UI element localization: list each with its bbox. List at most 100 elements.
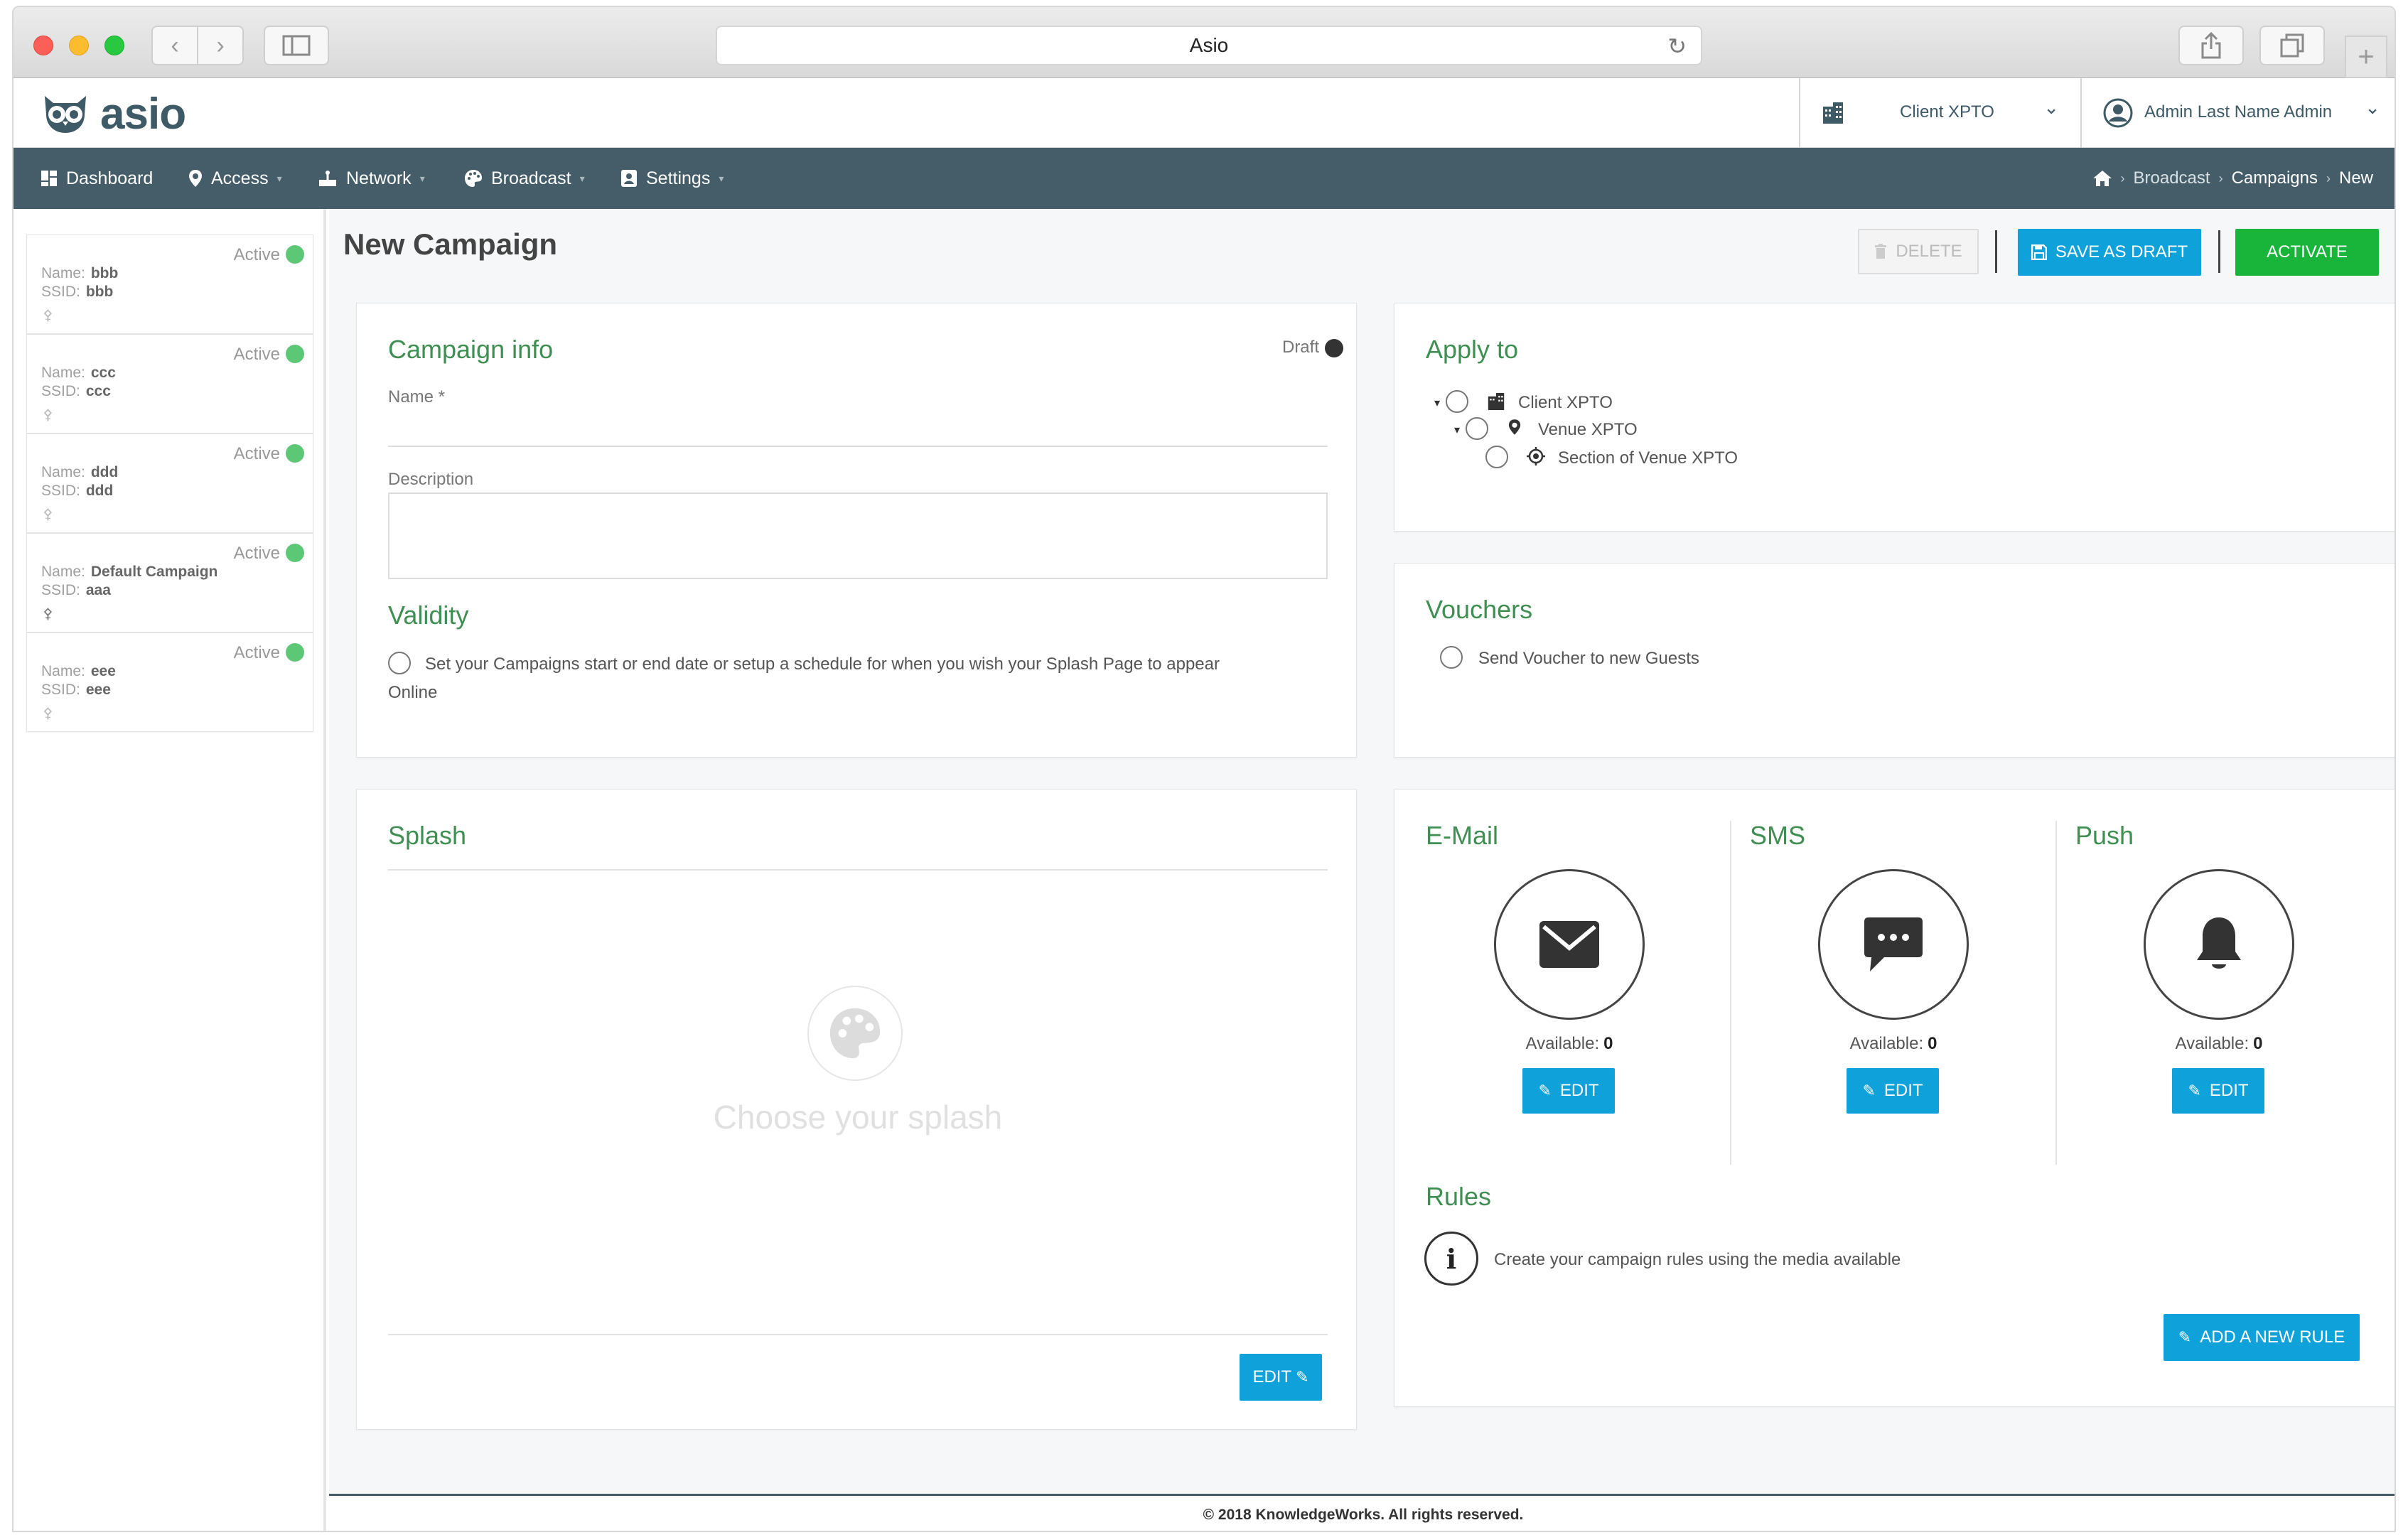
breadcrumb-separator: › bbox=[2120, 171, 2125, 185]
bell-icon bbox=[2197, 917, 2241, 969]
client-select[interactable]: Client XPTO ⌄ bbox=[1799, 78, 2080, 148]
breadcrumb: › Broadcast › Campaigns › New bbox=[2092, 148, 2373, 209]
delete-button[interactable]: DELETE bbox=[1858, 229, 1979, 274]
nav-network[interactable]: Network ▾ bbox=[318, 148, 425, 209]
push-edit-label: EDIT bbox=[2209, 1081, 2249, 1100]
minimize-window-button[interactable] bbox=[69, 36, 89, 55]
activate-label: ACTIVATE bbox=[2267, 242, 2348, 262]
tree-expand-caret-icon[interactable]: ▾ bbox=[1434, 396, 1440, 410]
push-edit-button[interactable]: ✎ EDIT bbox=[2172, 1068, 2264, 1114]
send-voucher-label: Send Voucher to new Guests bbox=[1478, 649, 1699, 668]
campaign-name-input[interactable] bbox=[388, 410, 1328, 447]
close-window-button[interactable] bbox=[33, 36, 53, 55]
tabs-overview-button[interactable] bbox=[2259, 26, 2325, 65]
campaign-name-line: Name: ccc bbox=[41, 365, 116, 382]
settings-card-icon bbox=[621, 170, 637, 187]
tree-radio-venue[interactable] bbox=[1466, 417, 1488, 440]
campaign-card[interactable]: Active Name: ccc SSID: ccc ⚴ bbox=[26, 334, 313, 433]
zoom-window-button[interactable] bbox=[104, 36, 124, 55]
email-channel-circle[interactable] bbox=[1494, 869, 1645, 1020]
tree-radio-section[interactable] bbox=[1485, 446, 1508, 468]
sms-edit-button[interactable]: ✎ EDIT bbox=[1847, 1068, 1939, 1114]
chevron-down-icon: ⌄ bbox=[2043, 97, 2059, 118]
caret-down-icon: ▾ bbox=[276, 172, 282, 184]
sidebar-toggle-button[interactable] bbox=[264, 26, 329, 65]
add-new-rule-button[interactable]: ✎ ADD A NEW RULE bbox=[2164, 1314, 2360, 1361]
address-bar[interactable]: Asio ↻ bbox=[716, 26, 1702, 65]
sms-available-count: 0 bbox=[1928, 1034, 1937, 1053]
campaign-card[interactable]: Active Name: Default Campaign SSID: aaa ⚴ bbox=[26, 533, 313, 632]
name-label: Name: bbox=[41, 365, 85, 381]
breadcrumb-broadcast[interactable]: Broadcast bbox=[2134, 168, 2210, 188]
validity-schedule-radio[interactable] bbox=[388, 652, 411, 674]
email-available: Available: 0 bbox=[1491, 1034, 1648, 1054]
page-footer: © 2018 KnowledgeWorks. All rights reserv… bbox=[329, 1494, 2394, 1531]
campaign-ssid-line: SSID: aaa bbox=[41, 582, 111, 599]
splash-bottom-divider bbox=[388, 1334, 1328, 1335]
asio-logo[interactable]: asio bbox=[41, 89, 186, 139]
tree-label-section[interactable]: Section of Venue XPTO bbox=[1558, 448, 1738, 468]
app-header: asio Client XPTO ⌄ Admin Last Name Admin… bbox=[14, 78, 2394, 148]
available-label: Available: bbox=[2175, 1034, 2250, 1053]
sms-channel-circle[interactable] bbox=[1818, 869, 1969, 1020]
campaign-name: eee bbox=[90, 663, 116, 679]
campaign-ssid: ccc bbox=[85, 383, 111, 399]
sidebar-icon bbox=[282, 35, 311, 56]
envelope-icon bbox=[1539, 921, 1599, 968]
send-voucher-radio[interactable] bbox=[1440, 646, 1463, 669]
campaign-description-input[interactable] bbox=[388, 492, 1328, 579]
apply-to-title: Apply to bbox=[1426, 335, 1519, 364]
nav-broadcast[interactable]: Broadcast ▾ bbox=[464, 148, 585, 209]
nav-access[interactable]: Access ▾ bbox=[188, 148, 282, 209]
palette-icon bbox=[829, 1008, 881, 1059]
campaign-list: Active Name: bbb SSID: bbb ⚴ Active Name: c… bbox=[14, 209, 326, 1531]
ssid-label: SSID: bbox=[41, 582, 80, 598]
campaign-card[interactable]: Active Name: eee SSID: eee ⚴ bbox=[26, 632, 313, 732]
choose-splash-area[interactable]: Choose your splash bbox=[388, 871, 1328, 1334]
save-as-draft-button[interactable]: SAVE AS DRAFT bbox=[2018, 229, 2201, 276]
name-label: Name: bbox=[41, 663, 85, 679]
edit-icon: ✎ bbox=[2178, 1328, 2192, 1346]
email-edit-button[interactable]: ✎ EDIT bbox=[1522, 1068, 1615, 1114]
campaign-ssid: ddd bbox=[85, 483, 114, 499]
user-avatar-icon bbox=[2103, 98, 2133, 128]
available-label: Available: bbox=[1849, 1034, 1924, 1053]
splash-edit-button[interactable]: EDIT ✎ bbox=[1240, 1354, 1322, 1401]
campaign-ssid-line: SSID: ddd bbox=[41, 483, 113, 500]
nav-dashboard[interactable]: Dashboard bbox=[41, 148, 153, 209]
media-rules-panel: E-Mail Available: 0 ✎ EDIT SMS Available:… bbox=[1394, 789, 2394, 1407]
back-button[interactable]: ‹ bbox=[151, 26, 198, 65]
main-nav: Dashboard Access ▾ Network ▾ Broadcast ▾… bbox=[14, 148, 2394, 209]
push-channel-circle[interactable] bbox=[2144, 869, 2294, 1020]
tree-label-venue[interactable]: Venue XPTO bbox=[1538, 420, 1638, 440]
page-url-title: Asio bbox=[1189, 34, 1229, 56]
browser-window: ‹ › Asio ↻ + asio Client XPTO ⌄ Admin La… bbox=[12, 6, 2396, 1532]
logo-text: asio bbox=[100, 89, 186, 139]
forward-button[interactable]: › bbox=[197, 26, 244, 65]
campaign-card[interactable]: Active Name: ddd SSID: ddd ⚴ bbox=[26, 433, 313, 533]
dashboard-icon bbox=[41, 171, 57, 186]
nav-settings[interactable]: Settings ▾ bbox=[620, 148, 724, 209]
page-title: New Campaign bbox=[343, 227, 558, 261]
home-icon[interactable] bbox=[2092, 170, 2112, 187]
edit-icon: ✎ bbox=[1296, 1368, 1309, 1386]
user-menu[interactable]: Admin Last Name Admin ⌄ bbox=[2080, 78, 2394, 148]
breadcrumb-separator: › bbox=[2218, 171, 2223, 185]
campaign-name-line: Name: eee bbox=[41, 663, 116, 680]
campaign-card[interactable]: Active Name: bbb SSID: bbb ⚴ bbox=[26, 235, 313, 334]
reload-icon[interactable]: ↻ bbox=[1667, 33, 1687, 60]
tree-expand-caret-icon[interactable]: ▾ bbox=[1454, 423, 1460, 437]
rules-title: Rules bbox=[1426, 1182, 1492, 1211]
edit-icon: ✎ bbox=[2188, 1082, 2201, 1099]
activate-button[interactable]: ACTIVATE bbox=[2235, 229, 2379, 276]
name-label: Name: bbox=[41, 564, 85, 580]
tree-label-client[interactable]: Client XPTO bbox=[1518, 393, 1613, 413]
breadcrumb-separator: › bbox=[2326, 171, 2331, 185]
nav-label: Settings bbox=[646, 168, 711, 188]
share-button[interactable] bbox=[2178, 26, 2244, 65]
tree-radio-client[interactable] bbox=[1446, 390, 1468, 413]
breadcrumb-campaigns[interactable]: Campaigns bbox=[2232, 168, 2318, 188]
caret-down-icon: ▾ bbox=[579, 172, 585, 184]
new-tab-button[interactable]: + bbox=[2345, 36, 2387, 78]
campaign-status-label: Draft bbox=[1281, 338, 1319, 357]
